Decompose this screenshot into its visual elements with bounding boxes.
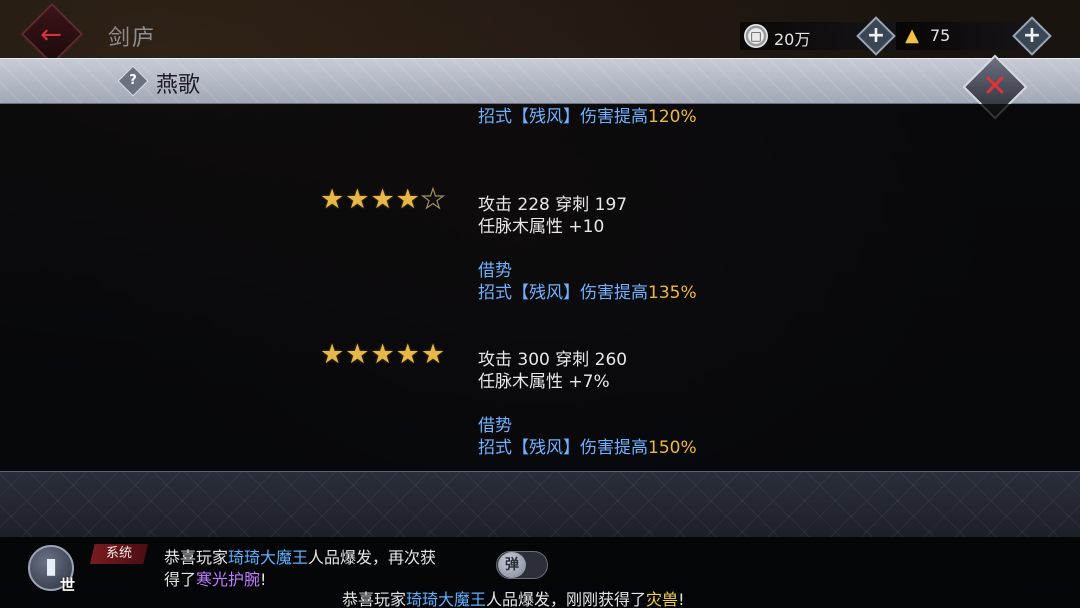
item-name[interactable]: 寒光护腕 [196, 570, 260, 589]
star-filled-icon: ★ [370, 184, 395, 215]
add-gold-button[interactable]: + [1012, 16, 1052, 56]
star-filled-icon: ★ [370, 339, 395, 370]
star-rating: ★★★★★ [320, 341, 446, 369]
panel-title: 燕歌 [156, 73, 201, 98]
bonus-percent: 135% [648, 283, 697, 303]
gold-ingot-icon: ▲ [905, 25, 919, 46]
plus-icon[interactable]: + [1018, 22, 1046, 50]
back-arrow-icon[interactable]: ← [36, 20, 66, 50]
player-name[interactable]: 琦琦大魔王 [228, 548, 308, 567]
world-channel-label[interactable]: 世 [60, 574, 75, 595]
star-filled-icon: ★ [395, 339, 420, 370]
panel-header: ? 燕歌 [0, 58, 1080, 104]
panel-pattern [0, 472, 1080, 537]
chat-message-2: 恭喜玩家琦琦大魔王人品爆发，刚刚获得了灾兽! [342, 590, 685, 608]
star-filled-icon: ★ [420, 339, 446, 370]
player-name[interactable]: 琦琦大魔王 [406, 590, 486, 608]
gold-amount: 75 [930, 26, 951, 45]
add-silver-button[interactable]: + [856, 16, 896, 56]
stat-meridian: 任脉木属性 +10 [478, 217, 605, 237]
star-filled-icon: ★ [345, 339, 370, 370]
bonus-percent: 150% [648, 438, 697, 458]
top-bar: ← 剑庐 □ 20万 + ▲ 75 + [0, 0, 1080, 66]
chat-message-1-line-1: 恭喜玩家琦琦大魔王人品爆发，再次获 [164, 548, 437, 567]
system-badge: 系统 [90, 544, 148, 564]
silver-amount: 20万 [774, 30, 811, 49]
star-filled-icon: ★ [345, 184, 370, 215]
microphone-icon[interactable]: ▮ [40, 552, 62, 582]
star-rating: ★★★★★ [320, 184, 446, 215]
page-title: 剑庐 [108, 26, 157, 51]
bonus-line: 招式【残风】伤害提高120% [478, 107, 697, 127]
silver-coin-icon: □ [744, 24, 768, 48]
star-tier-list[interactable]: 借势 招式【残风】伤害提高120% ★★★★★ 攻击 228 穿刺 197 任脉… [0, 104, 1080, 471]
bonus-line: 招式【残风】伤害提高135% [478, 283, 697, 303]
gold-currency: ▲ 75 [896, 22, 1026, 50]
star-filled-icon: ★ [395, 184, 420, 215]
chat-message-1-line-2: 得了寒光护腕! [164, 570, 267, 589]
star-filled-icon: ★ [320, 339, 345, 370]
bottom-panel [0, 471, 1080, 537]
bonus-percent: 120% [648, 107, 697, 127]
bonus-line: 招式【残风】伤害提高150% [478, 438, 697, 458]
stat-meridian: 任脉木属性 +7% [478, 372, 610, 392]
star-empty-icon: ★ [420, 184, 446, 215]
help-icon[interactable]: ? [122, 70, 144, 92]
popup-toggle-knob[interactable]: 弹 [498, 552, 526, 578]
star-filled-icon: ★ [320, 184, 345, 215]
item-name[interactable]: 灾兽 [646, 590, 678, 608]
plus-icon[interactable]: + [862, 22, 890, 50]
